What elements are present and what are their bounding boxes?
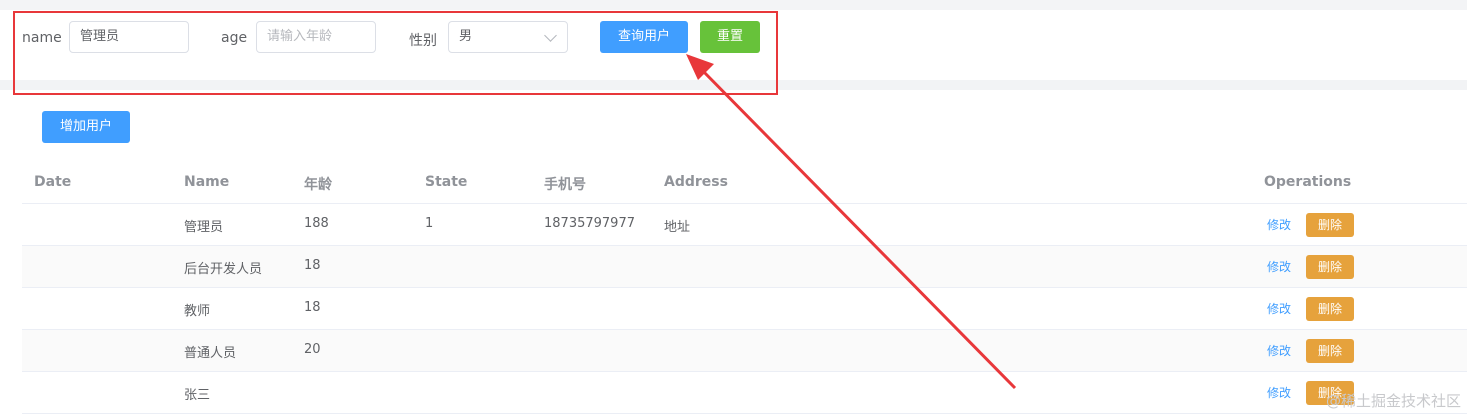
cell-name: 后台开发人员 bbox=[184, 262, 263, 277]
cell-age: 18 bbox=[304, 300, 321, 315]
section-divider bbox=[0, 80, 1467, 90]
header-age: 年龄 bbox=[304, 177, 332, 193]
table-row: 教师 18 修改 删除 bbox=[22, 288, 1467, 330]
user-management-page: name 管理员 age 请输入年龄 性别 男 查询用户 重置 增加用户 Dat… bbox=[0, 0, 1467, 417]
query-user-button[interactable]: 查询用户 bbox=[600, 21, 688, 53]
delete-button[interactable]: 删除 bbox=[1306, 339, 1354, 363]
name-input-value: 管理员 bbox=[80, 29, 120, 44]
cell-state: 1 bbox=[425, 216, 434, 231]
top-strip bbox=[0, 0, 1467, 10]
reset-button[interactable]: 重置 bbox=[700, 21, 760, 53]
age-label: age bbox=[221, 30, 248, 46]
add-user-button[interactable]: 增加用户 bbox=[42, 111, 130, 143]
delete-button[interactable]: 删除 bbox=[1306, 255, 1354, 279]
user-table: Date Name 年龄 State 手机号 Address Operation… bbox=[22, 162, 1467, 414]
chevron-down-icon bbox=[544, 29, 557, 42]
table-row: 管理员 188 1 18735797977 地址 修改 删除 bbox=[22, 204, 1467, 246]
header-date: Date bbox=[34, 174, 72, 190]
header-operations: Operations bbox=[1264, 174, 1352, 190]
edit-button[interactable]: 修改 bbox=[1267, 258, 1291, 275]
watermark-text: @稀土掘金技术社区 bbox=[1325, 392, 1461, 410]
header-state: State bbox=[425, 174, 468, 190]
cell-age: 188 bbox=[304, 216, 329, 231]
cell-age: 20 bbox=[304, 342, 321, 357]
header-address: Address bbox=[664, 174, 728, 190]
delete-button[interactable]: 删除 bbox=[1306, 213, 1354, 237]
age-input-placeholder: 请输入年龄 bbox=[267, 29, 333, 44]
table-header: Date Name 年龄 State 手机号 Address Operation… bbox=[22, 162, 1467, 204]
table-row: 普通人员 20 修改 删除 bbox=[22, 330, 1467, 372]
cell-name: 教师 bbox=[184, 304, 211, 319]
table-row: 张三 修改 删除 bbox=[22, 372, 1467, 414]
header-name: Name bbox=[184, 174, 230, 190]
edit-button[interactable]: 修改 bbox=[1267, 384, 1291, 401]
name-label: name bbox=[22, 30, 62, 46]
header-phone: 手机号 bbox=[544, 177, 586, 193]
search-form: name 管理员 age 请输入年龄 性别 男 查询用户 重置 bbox=[0, 10, 1467, 80]
gender-select-value: 男 bbox=[459, 29, 473, 44]
age-input[interactable]: 请输入年龄 bbox=[256, 21, 376, 53]
edit-button[interactable]: 修改 bbox=[1267, 216, 1291, 233]
gender-label: 性别 bbox=[409, 33, 437, 49]
cell-name: 普通人员 bbox=[184, 346, 237, 361]
name-input[interactable]: 管理员 bbox=[69, 21, 189, 53]
cell-address: 地址 bbox=[664, 220, 691, 235]
cell-phone: 18735797977 bbox=[544, 216, 635, 231]
edit-button[interactable]: 修改 bbox=[1267, 300, 1291, 317]
table-row: 后台开发人员 18 修改 删除 bbox=[22, 246, 1467, 288]
edit-button[interactable]: 修改 bbox=[1267, 342, 1291, 359]
cell-age: 18 bbox=[304, 258, 321, 273]
delete-button[interactable]: 删除 bbox=[1306, 297, 1354, 321]
gender-select[interactable]: 男 bbox=[448, 21, 568, 53]
cell-name: 张三 bbox=[184, 388, 211, 403]
cell-name: 管理员 bbox=[184, 220, 224, 235]
